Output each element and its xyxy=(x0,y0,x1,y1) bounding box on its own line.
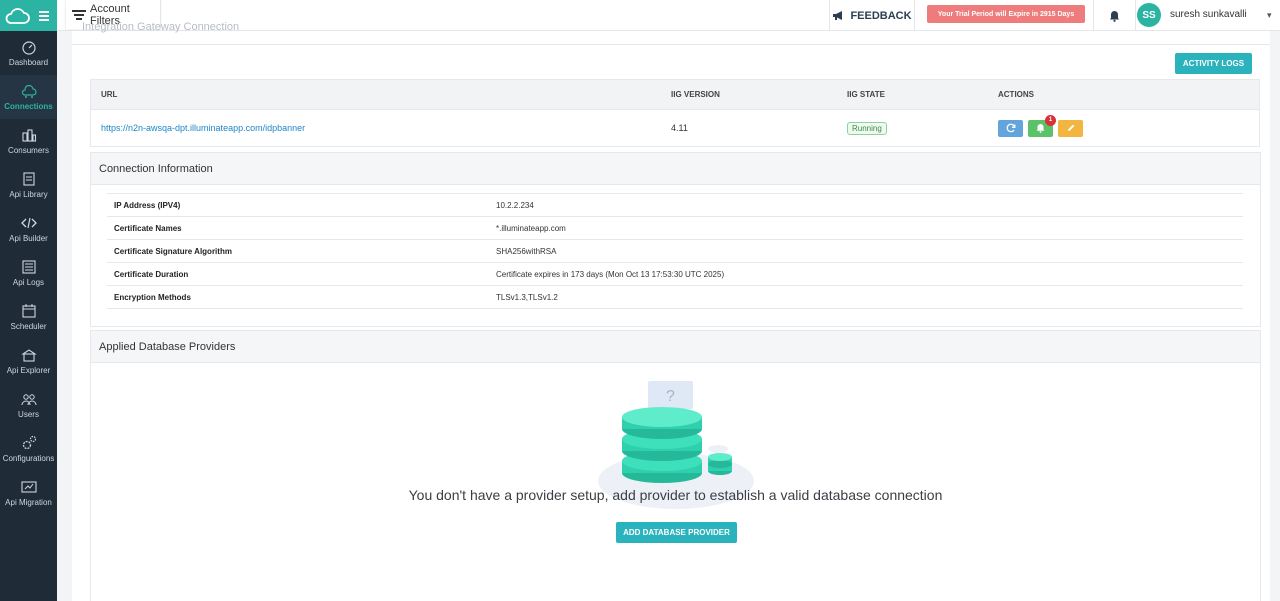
connections-icon xyxy=(21,84,37,98)
refresh-icon xyxy=(1006,123,1015,133)
notification-count-badge: 1 xyxy=(1045,114,1056,126)
menu-toggle-icon[interactable] xyxy=(39,10,49,21)
chevron-down-icon[interactable]: ▾ xyxy=(1267,10,1272,21)
filter-icon xyxy=(72,9,86,20)
info-value: TLSv1.3,TLSv1.2 xyxy=(496,292,558,302)
sidebar-item-connections[interactable]: Connections xyxy=(0,75,57,119)
divider xyxy=(72,44,1270,45)
top-header: Account Filters FEEDBACK Your Trial Peri… xyxy=(57,0,1280,31)
sidebar: Dashboard Connections Consumers Api Libr… xyxy=(0,0,57,601)
info-key: Certificate Names xyxy=(114,223,182,233)
column-header-state[interactable]: IIG STATE xyxy=(847,90,998,99)
api-explorer-icon xyxy=(20,349,37,362)
sidebar-item-users[interactable]: Users xyxy=(0,383,57,427)
info-row: Encryption Methods TLSv1.3,TLSv1.2 xyxy=(107,286,1243,309)
sidebar-item-label: Configurations xyxy=(2,454,55,463)
dashboard-icon xyxy=(21,41,36,55)
api-library-icon xyxy=(22,172,35,186)
sidebar-item-label: Api Explorer xyxy=(6,366,51,375)
sidebar-item-configurations[interactable]: Configurations xyxy=(0,427,57,471)
gateway-url-link[interactable]: https://n2n-awsqa-dpt.illuminateapp.com/… xyxy=(101,123,305,133)
username[interactable]: suresh sunkavalli xyxy=(1170,9,1247,20)
info-key: Certificate Duration xyxy=(114,269,189,279)
gateway-table: URL IIG VERSION IIG STATE ACTIONS https:… xyxy=(90,79,1260,147)
page-title: Integration Gateway Connection xyxy=(82,21,240,33)
bell-icon xyxy=(1110,10,1119,22)
configurations-icon xyxy=(22,435,36,450)
sidebar-item-api-explorer[interactable]: Api Explorer xyxy=(0,339,57,383)
sidebar-item-label: Api Migration xyxy=(5,498,52,507)
consumers-icon xyxy=(21,129,36,142)
add-database-provider-button[interactable]: ADD DATABASE PROVIDER xyxy=(616,522,737,543)
info-row: Certificate Duration Certificate expires… xyxy=(107,263,1243,286)
info-row: Certificate Names *.illuminateapp.com xyxy=(107,217,1243,240)
api-logs-icon xyxy=(21,260,36,274)
sidebar-item-api-library[interactable]: Api Library xyxy=(0,163,57,207)
info-row: Certificate Signature Algorithm SHA256wi… xyxy=(107,240,1243,263)
avatar[interactable]: SS xyxy=(1137,3,1161,27)
database-providers-panel: Applied Database Providers ? You don't h… xyxy=(90,330,1261,601)
info-key: IP Address (IPV4) xyxy=(114,200,181,210)
connection-info-title: Connection Information xyxy=(91,153,1260,185)
users-icon xyxy=(21,394,36,406)
sidebar-item-api-migration[interactable]: Api Migration xyxy=(0,471,57,515)
feedback-button[interactable]: FEEDBACK xyxy=(829,0,915,31)
sidebar-item-api-builder[interactable]: Api Builder xyxy=(0,207,57,251)
edit-button[interactable] xyxy=(1058,119,1083,137)
sidebar-item-scheduler[interactable]: Scheduler xyxy=(0,295,57,339)
row-actions: 1 xyxy=(998,114,1259,137)
info-value: SHA256withRSA xyxy=(496,246,557,256)
info-key: Certificate Signature Algorithm xyxy=(114,246,232,256)
info-value: Certificate expires in 173 days (Mon Oct… xyxy=(496,269,725,279)
activity-logs-button[interactable]: ACTIVITY LOGS xyxy=(1175,53,1252,74)
api-builder-icon xyxy=(20,217,37,229)
notifications-button[interactable] xyxy=(1093,0,1136,31)
sidebar-item-api-logs[interactable]: Api Logs xyxy=(0,251,57,295)
column-header-version[interactable]: IIG VERSION xyxy=(671,90,847,99)
cloud-logo-icon[interactable] xyxy=(4,7,30,25)
info-key: Encryption Methods xyxy=(114,292,191,302)
megaphone-icon xyxy=(833,11,843,20)
column-header-actions: ACTIONS xyxy=(998,90,1034,99)
sidebar-item-consumers[interactable]: Consumers xyxy=(0,119,57,163)
sidebar-item-dashboard[interactable]: Dashboard xyxy=(0,31,57,75)
bell-icon xyxy=(1036,124,1045,133)
connection-info-table: IP Address (IPV4) 10.2.2.234 Certificate… xyxy=(107,193,1243,309)
sidebar-item-label: Dashboard xyxy=(8,58,49,67)
info-value: *.illuminateapp.com xyxy=(496,223,566,233)
status-badge: Running xyxy=(847,121,887,135)
sidebar-logo-bar xyxy=(0,0,57,31)
sidebar-item-label: Scheduler xyxy=(10,322,47,331)
pencil-icon xyxy=(1067,124,1074,131)
table-row: https://n2n-awsqa-dpt.illuminateapp.com/… xyxy=(90,110,1260,147)
trial-banner[interactable]: Your Trial Period will Expire in 2915 Da… xyxy=(927,5,1085,23)
question-mark: ? xyxy=(666,388,675,405)
api-migration-icon xyxy=(20,481,37,493)
sidebar-item-label: Users xyxy=(18,410,39,419)
sidebar-item-label: Consumers xyxy=(8,146,49,155)
info-value: 10.2.2.234 xyxy=(496,200,534,210)
sidebar-item-label: Api Logs xyxy=(12,278,45,287)
alerts-button[interactable]: 1 xyxy=(1028,114,1056,137)
refresh-button[interactable] xyxy=(998,119,1023,137)
main-content: Integration Gateway Connection ACTIVITY … xyxy=(72,21,1270,601)
sidebar-item-label: Api Library xyxy=(9,190,48,199)
sidebar-item-label: Api Builder xyxy=(9,234,48,243)
empty-state-message: You don't have a provider setup, add pro… xyxy=(408,487,943,503)
connection-info-panel: Connection Information IP Address (IPV4)… xyxy=(90,152,1261,327)
feedback-label: FEEDBACK xyxy=(850,9,912,22)
table-header: URL IIG VERSION IIG STATE ACTIONS xyxy=(90,79,1260,110)
database-providers-title: Applied Database Providers xyxy=(91,331,1260,363)
info-row: IP Address (IPV4) 10.2.2.234 xyxy=(107,194,1243,217)
gateway-version: 4.11 xyxy=(671,123,688,133)
column-header-url[interactable]: URL xyxy=(91,90,671,99)
scheduler-icon xyxy=(21,304,36,318)
sidebar-item-label: Connections xyxy=(4,102,53,111)
